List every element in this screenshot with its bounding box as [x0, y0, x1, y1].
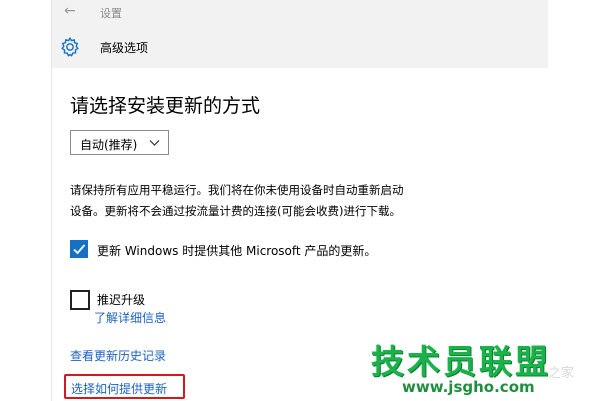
update-history-link[interactable]: 查看更新历史记录: [70, 347, 166, 364]
page-background-left: [0, 0, 52, 401]
description-line: 请保持所有应用平稳运行。我们将在你未使用设备时自动重新启动: [70, 183, 404, 197]
gear-icon: [61, 36, 79, 57]
page-header: 高级选项: [52, 26, 548, 68]
back-arrow-icon[interactable]: ←: [64, 3, 76, 19]
install-description: 请保持所有应用平稳运行。我们将在你未使用设备时自动重新启动 设备。更新将不会通过…: [70, 180, 510, 222]
section-title: 请选择安装更新的方式: [70, 95, 261, 117]
dropdown-selected-value: 自动(推荐): [80, 138, 138, 152]
install-mode-dropdown[interactable]: 自动(推荐): [70, 130, 169, 155]
defer-upgrades-checkbox[interactable]: [70, 290, 90, 310]
watermark-url: www.jsgho.com: [402, 378, 535, 396]
highlight-box: 选择如何提供更新: [64, 374, 185, 399]
other-products-label: 更新 Windows 时提供其他 Microsoft 产品的更新。: [97, 244, 377, 258]
page-background-right: [548, 0, 600, 401]
other-products-checkbox[interactable]: [70, 240, 88, 258]
watermark-logo-text: 技术员联盟: [371, 342, 551, 381]
description-line: 设备。更新将不会通过按流量计费的连接(可能会收费)进行下载。: [70, 204, 401, 218]
learn-more-link[interactable]: 了解详细信息: [94, 309, 166, 326]
watermark-faint-text: 之家: [548, 366, 575, 381]
title-bar: ← 设置: [52, 0, 548, 26]
window-title: 设置: [100, 7, 122, 20]
defer-upgrades-label: 推迟升级: [97, 293, 146, 307]
page-title: 高级选项: [100, 41, 149, 55]
checkmark-icon: [73, 244, 86, 255]
chevron-down-icon: [149, 140, 160, 146]
choose-delivery-link[interactable]: 选择如何提供更新: [71, 380, 167, 397]
